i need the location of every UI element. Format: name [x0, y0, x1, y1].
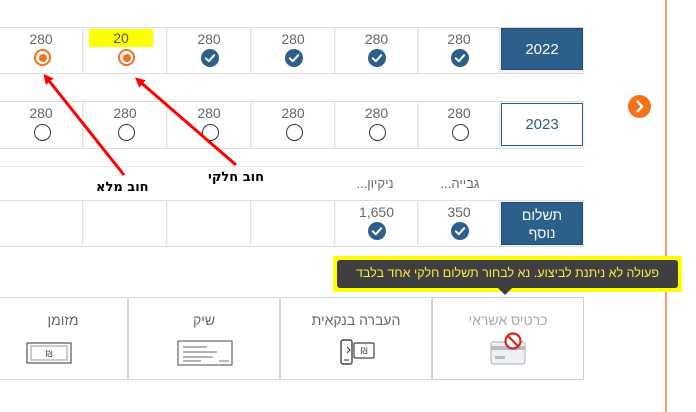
- check-icon: [177, 340, 233, 366]
- error-tooltip-text: פעולה לא ניתנת לביצוע. נא לבחור תשלום חל…: [356, 266, 659, 280]
- payment-method-bank-transfer[interactable]: העברה בנקאית ₪: [280, 297, 432, 380]
- credit-card-blocked-icon: [490, 332, 526, 365]
- payment-method-label: שיק: [192, 312, 216, 328]
- payment-method-credit-card[interactable]: כרטיס אשראי: [432, 297, 584, 380]
- payment-method-cash[interactable]: מזומן ₪: [0, 297, 128, 380]
- cash-icon: ₪: [26, 342, 72, 364]
- payment-method-label: כרטיס אשראי: [468, 312, 548, 328]
- currency-symbol: ₪: [360, 347, 367, 357]
- full-debt-arrow: [43, 73, 126, 176]
- payment-method-check[interactable]: שיק: [128, 297, 280, 380]
- partial-debt-annotation: חוב חלקי: [208, 170, 265, 185]
- payment-method-label: מזומן: [47, 312, 79, 328]
- error-tooltip: פעולה לא ניתנת לביצוע. נא לבחור תשלום חל…: [337, 260, 678, 288]
- bank-transfer-icon: ₪: [340, 339, 375, 365]
- tooltip-pointer: [498, 288, 512, 295]
- currency-symbol: ₪: [45, 350, 52, 360]
- partial-debt-arrow: [134, 77, 237, 167]
- payment-method-label: העברה בנקאית: [311, 312, 401, 328]
- full-debt-annotation: חוב מלא: [96, 180, 149, 195]
